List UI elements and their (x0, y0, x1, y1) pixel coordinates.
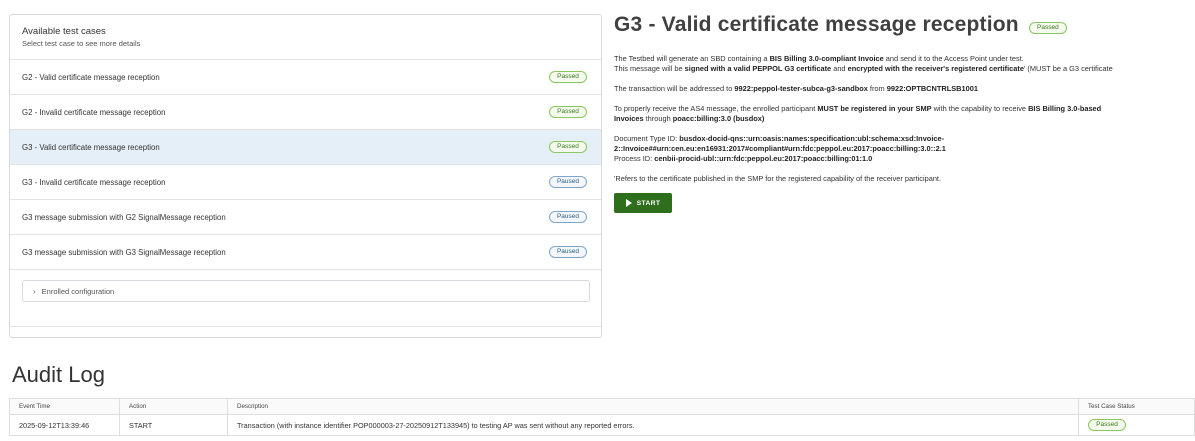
test-case-name: G2 - Valid certificate message reception (22, 72, 160, 82)
test-case-name: G3 message submission with G2 SignalMess… (22, 212, 226, 222)
table-header-row: Event Time Action Description Test Case … (9, 398, 1195, 415)
panel-title: Available test cases (22, 26, 106, 37)
test-case-row[interactable]: G3 message submission with G2 SignalMess… (10, 200, 601, 235)
play-icon (625, 199, 632, 207)
test-case-name: G3 message submission with G3 SignalMess… (22, 247, 226, 257)
panel-subtitle: Select test case to see more details (22, 39, 141, 48)
start-button-label: START (636, 199, 661, 207)
description-line: This message will be signed with a valid… (614, 64, 1113, 73)
test-cases-panel: Available test cases Select test case to… (9, 14, 602, 338)
action-cell: START (119, 414, 228, 436)
status-badge: Passed (1088, 419, 1126, 431)
status-badge: Passed (549, 71, 587, 83)
column-header-test-case-status[interactable]: Test Case Status (1078, 398, 1195, 415)
test-case-name: G2 - Invalid certificate message recepti… (22, 107, 166, 117)
test-case-detail: G3 - Valid certificate message reception… (614, 10, 1195, 213)
panel-header: Available test cases Select test case to… (10, 15, 601, 59)
status-badge: Passed (549, 106, 587, 118)
test-case-list: G2 - Valid certificate message reception… (10, 59, 601, 270)
status-badge: Paused (549, 211, 587, 223)
enrolled-configuration-toggle[interactable]: › Enrolled configuration (22, 280, 590, 302)
description-line: Invoices through poacc:billing:3.0 (busd… (614, 114, 765, 123)
event-time-cell: 2025-09-12T13:39:46 (9, 414, 120, 436)
footnote: 'Refers to the certificate published in … (614, 174, 942, 183)
description-paragraph-2: The transaction will be addressed to 992… (614, 84, 1195, 94)
status-badge: Paused (549, 246, 587, 258)
document-type-line: 2::Invoice##urn:cen.eu:en16931:2017#comp… (614, 144, 946, 153)
test-case-row[interactable]: G2 - Valid certificate message reception… (10, 60, 601, 95)
description-line: The transaction will be addressed to 992… (614, 84, 978, 93)
detail-header: G3 - Valid certificate message reception… (614, 10, 1195, 40)
test-case-name: G3 - Valid certificate message reception (22, 142, 160, 152)
status-badge: Paused (549, 176, 587, 188)
status-badge: Passed (549, 141, 587, 153)
test-case-row-selected[interactable]: G3 - Valid certificate message reception… (10, 130, 601, 165)
document-identifiers: Document Type ID: busdox-docid-qns::urn:… (614, 134, 1195, 164)
process-id-line: Process ID: cenbii-procid-ubl::urn:fdc:p… (614, 154, 873, 163)
status-cell: Passed (1078, 414, 1195, 436)
detail-status-badge: Passed (1028, 21, 1067, 34)
test-case-row[interactable]: G3 message submission with G3 SignalMess… (10, 235, 601, 270)
test-case-name: G3 - Invalid certificate message recepti… (22, 177, 166, 187)
chevron-right-icon: › (33, 286, 36, 296)
start-button[interactable]: START (614, 193, 672, 213)
test-case-row[interactable]: G2 - Invalid certificate message recepti… (10, 95, 601, 130)
description-cell: Transaction (with instance identifier PO… (227, 414, 1079, 436)
panel-divider (10, 326, 601, 327)
description-line: To properly receive the AS4 message, the… (614, 104, 1102, 113)
audit-log-title: Audit Log (12, 362, 105, 387)
column-header-description[interactable]: Description (227, 398, 1079, 415)
table-row: 2025-09-12T13:39:46 START Transaction (w… (9, 414, 1195, 436)
description-paragraph-3: To properly receive the AS4 message, the… (614, 104, 1195, 124)
description-paragraph-1: The Testbed will generate an SBD contain… (614, 54, 1195, 74)
detail-title: G3 - Valid certificate message reception (614, 13, 1019, 36)
column-header-event-time[interactable]: Event Time (9, 398, 120, 415)
column-header-action[interactable]: Action (119, 398, 228, 415)
description-line: The Testbed will generate an SBD contain… (614, 54, 1024, 63)
test-case-row[interactable]: G3 - Invalid certificate message recepti… (10, 165, 601, 200)
audit-log-table: Event Time Action Description Test Case … (9, 398, 1195, 436)
enrolled-configuration-label: Enrolled configuration (41, 286, 115, 296)
document-type-line: Document Type ID: busdox-docid-qns::urn:… (614, 134, 945, 143)
